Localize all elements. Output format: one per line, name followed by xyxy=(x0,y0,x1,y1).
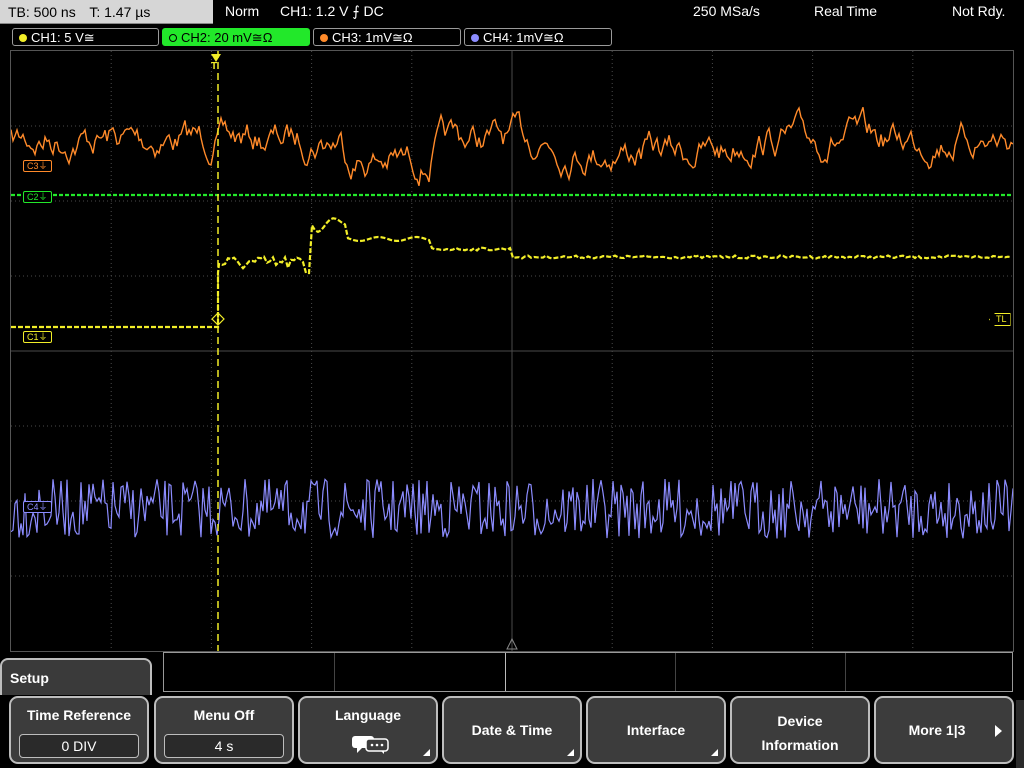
waveform-display[interactable]: C3⏚ C2⏚ C1⏚ C4⏚ TL xyxy=(10,50,1014,652)
language-softkey[interactable]: Language xyxy=(298,696,438,764)
channel-3-button[interactable]: CH3: 1mV≅Ω xyxy=(313,28,461,46)
softkey-menu: Time Reference 0 DIV Menu Off 4 s Langua… xyxy=(0,695,1024,768)
status-bar: TB: 500 ns T: 1.47 µs Norm CH1: 1.2 V ⨍ … xyxy=(0,0,1024,26)
acquisition-state: Not Rdy. xyxy=(952,3,1006,19)
channel-2-label: CH2: 20 mV≅Ω xyxy=(181,30,273,45)
ch2-ground-marker[interactable]: C2⏚ xyxy=(23,191,52,203)
channel-bar: CH1: 5 V≅ CH2: 20 mV≅Ω CH3: 1mV≅Ω CH4: 1… xyxy=(0,26,1024,48)
submenu-indicator-icon xyxy=(423,749,430,756)
side-rail xyxy=(1016,700,1024,768)
trigger-info[interactable]: CH1: 1.2 V ⨍ DC xyxy=(280,3,384,20)
timebase-box[interactable]: TB: 500 ns T: 1.47 µs xyxy=(0,0,213,24)
device-information-line2: Information xyxy=(761,737,839,753)
date-time-label: Date & Time xyxy=(471,722,553,738)
channel-1-button[interactable]: CH1: 5 V≅ xyxy=(12,28,159,46)
more-label: More 1|3 xyxy=(908,722,966,738)
ch3-dot-icon xyxy=(320,34,328,42)
menu-title-tab: Setup xyxy=(0,658,152,698)
timebase-readout: TB: 500 ns xyxy=(8,4,76,20)
time-reference-label: Time Reference xyxy=(26,707,131,723)
date-time-softkey[interactable]: Date & Time xyxy=(442,696,582,764)
channel-3-label: CH3: 1mV≅Ω xyxy=(332,30,413,45)
channel-2-button[interactable]: CH2: 20 mV≅Ω xyxy=(162,28,310,46)
time-reference-value: 0 DIV xyxy=(19,734,139,758)
waveform-canvas xyxy=(11,51,1013,651)
trigger-time-readout: T: 1.47 µs xyxy=(89,4,151,20)
device-information-line1: Device xyxy=(777,713,823,729)
interface-label: Interface xyxy=(626,722,686,738)
language-label: Language xyxy=(334,707,402,723)
menu-off-value: 4 s xyxy=(164,734,284,758)
acquisition-mode: Real Time xyxy=(814,3,878,19)
ch4-dot-icon xyxy=(471,34,479,42)
speech-bubbles-icon xyxy=(352,736,389,754)
ch1-ground-marker[interactable]: C1⏚ xyxy=(23,331,52,343)
ch4-ground-marker[interactable]: C4⏚ xyxy=(23,501,52,513)
strip-divider xyxy=(334,653,335,691)
overview-strip xyxy=(163,652,1013,692)
ch3-ground-marker[interactable]: C3⏚ xyxy=(23,160,52,172)
sample-rate: 250 MSa/s xyxy=(693,3,760,19)
next-page-arrow-icon xyxy=(995,725,1002,737)
channel-1-label: CH1: 5 V≅ xyxy=(31,30,95,45)
menu-off-label: Menu Off xyxy=(193,707,255,723)
interface-softkey[interactable]: Interface xyxy=(586,696,726,764)
trigger-position-label: T xyxy=(211,61,218,72)
trigger-mode[interactable]: Norm xyxy=(225,3,259,19)
graticule xyxy=(11,51,1013,651)
strip-divider xyxy=(675,653,676,691)
channel-4-label: CH4: 1mV≅Ω xyxy=(483,30,564,45)
submenu-indicator-icon xyxy=(711,749,718,756)
submenu-indicator-icon xyxy=(567,749,574,756)
device-information-softkey[interactable]: Device Information xyxy=(730,696,870,764)
ch1-waveform xyxy=(11,217,1012,329)
menu-title: Setup xyxy=(10,670,49,686)
channel-4-button[interactable]: CH4: 1mV≅Ω xyxy=(464,28,612,46)
more-softkey[interactable]: More 1|3 xyxy=(874,696,1014,764)
ch2-dot-icon xyxy=(169,34,177,42)
menu-off-softkey[interactable]: Menu Off 4 s xyxy=(154,696,294,764)
strip-center-line xyxy=(505,653,506,691)
ch1-dot-icon xyxy=(19,34,27,42)
strip-divider xyxy=(845,653,846,691)
time-reference-softkey[interactable]: Time Reference 0 DIV xyxy=(9,696,149,764)
